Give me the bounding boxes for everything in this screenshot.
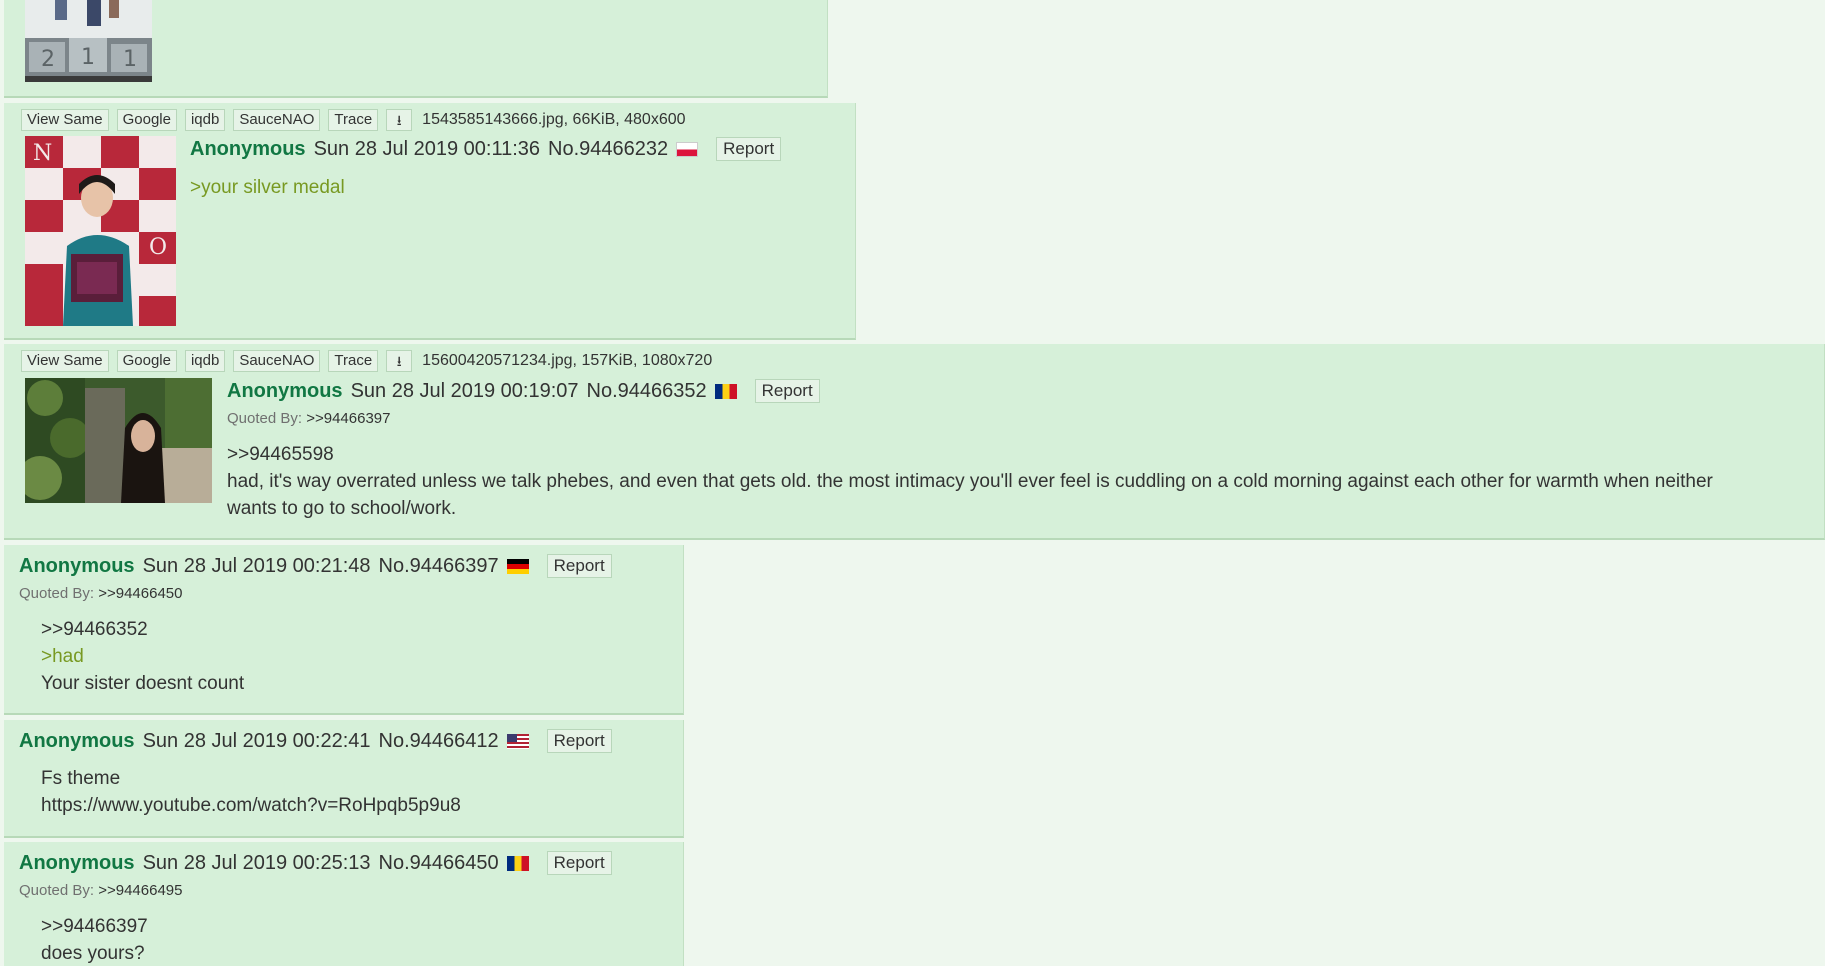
- quoted-by-label: Quoted By:: [227, 410, 303, 427]
- post-number-link[interactable]: No.94466412: [379, 730, 499, 753]
- post-datetime: Sun 28 Jul 2019 00:25:13: [142, 851, 371, 874]
- post-message: >>94466397 does yours?: [41, 913, 148, 966]
- poster-name: Anonymous: [190, 137, 306, 160]
- post-message: Fs theme https://www.youtube.com/watch?v…: [41, 765, 461, 819]
- trace-button[interactable]: Trace: [328, 109, 379, 131]
- post-message: >your silver medal: [190, 174, 345, 201]
- svg-text:2: 2: [41, 47, 55, 72]
- poland-flag-icon: [676, 141, 699, 157]
- report-button[interactable]: Report: [546, 851, 612, 875]
- post-datetime: Sun 28 Jul 2019 00:19:07: [350, 379, 579, 402]
- svg-text:O: O: [149, 235, 167, 260]
- post-header: Anonymous Sun 28 Jul 2019 00:22:41 No.94…: [19, 729, 612, 753]
- poster-name: Anonymous: [19, 851, 135, 874]
- post-94466352: View Same Google iqdb SauceNAO Trace ⭳ 1…: [4, 344, 1825, 540]
- post-94466412: Anonymous Sun 28 Jul 2019 00:22:41 No.94…: [4, 720, 684, 838]
- download-icon[interactable]: ⭳: [386, 109, 413, 131]
- post-number-link[interactable]: No.94466397: [379, 555, 499, 578]
- quoted-by: Quoted By: >>94466397: [227, 410, 390, 427]
- quoted-by-link[interactable]: >>94466397: [306, 410, 390, 427]
- file-info[interactable]: 15600420571234.jpg, 157KiB, 1080x720: [422, 352, 712, 370]
- quoted-by: Quoted By: >>94466450: [19, 585, 182, 602]
- greentext-line: >had: [41, 646, 84, 667]
- greentext-line: >your silver medal: [190, 177, 345, 198]
- report-button[interactable]: Report: [716, 137, 782, 161]
- post-94466232: View Same Google iqdb SauceNAO Trace ⭳ 1…: [4, 103, 856, 340]
- report-button[interactable]: Report: [546, 554, 612, 578]
- post-header: Anonymous Sun 28 Jul 2019 00:11:36 No.94…: [190, 137, 782, 161]
- message-line: does yours?: [41, 943, 145, 964]
- download-icon[interactable]: ⭳: [386, 350, 413, 372]
- youtube-link[interactable]: https://www.youtube.com/watch?v=RoHpqb5p…: [41, 792, 461, 819]
- quoted-by-label: Quoted By:: [19, 585, 95, 602]
- message-line: Your sister doesnt count: [41, 673, 245, 694]
- post-thumbnail[interactable]: [25, 378, 212, 503]
- post-message: >>94465598 had, it's way overrated unles…: [227, 441, 1787, 522]
- girl-with-certificate-image: N O: [25, 136, 176, 326]
- post-94466450: Anonymous Sun 28 Jul 2019 00:25:13 No.94…: [4, 842, 684, 966]
- quoted-by-link[interactable]: >>94466450: [98, 585, 182, 602]
- svg-text:1: 1: [123, 47, 137, 72]
- poster-name: Anonymous: [227, 379, 343, 402]
- svg-text:1: 1: [81, 45, 95, 70]
- message-line: Fs theme: [41, 768, 121, 789]
- romania-flag-icon: [714, 383, 737, 399]
- iqdb-button[interactable]: iqdb: [184, 350, 226, 372]
- trace-button[interactable]: Trace: [328, 350, 379, 372]
- report-button[interactable]: Report: [546, 729, 612, 753]
- quoted-by: Quoted By: >>94466495: [19, 882, 182, 899]
- quoted-by-label: Quoted By:: [19, 882, 95, 899]
- quoted-by-link[interactable]: >>94466495: [98, 882, 182, 899]
- image-search-toolbar: View Same Google iqdb SauceNAO Trace ⭳ 1…: [21, 109, 686, 131]
- view-same-button[interactable]: View Same: [21, 350, 109, 372]
- thread-view: 2 1 1 View Same Google iqdb SauceNAO Tra…: [0, 0, 1825, 966]
- post-number-link[interactable]: No.94466232: [548, 138, 668, 161]
- file-info[interactable]: 1543585143666.jpg, 66KiB, 480x600: [422, 111, 685, 129]
- post-header: Anonymous Sun 28 Jul 2019 00:25:13 No.94…: [19, 851, 612, 875]
- post-datetime: Sun 28 Jul 2019 00:22:41: [142, 729, 371, 752]
- poster-name: Anonymous: [19, 554, 135, 577]
- svg-text:N: N: [33, 141, 52, 166]
- usa-flag-icon: [506, 733, 529, 749]
- iqdb-button[interactable]: iqdb: [184, 109, 226, 131]
- post-94466397: Anonymous Sun 28 Jul 2019 00:21:48 No.94…: [4, 545, 684, 715]
- post-header: Anonymous Sun 28 Jul 2019 00:21:48 No.94…: [19, 554, 612, 578]
- romania-flag-icon: [506, 855, 529, 871]
- google-button[interactable]: Google: [116, 350, 177, 372]
- post-number-link[interactable]: No.94466352: [587, 380, 707, 403]
- post-thumbnail[interactable]: N O: [25, 136, 176, 326]
- woman-by-tree-image: [25, 378, 212, 503]
- saucenao-button[interactable]: SauceNAO: [233, 350, 321, 372]
- view-same-button[interactable]: View Same: [21, 109, 109, 131]
- image-search-toolbar: View Same Google iqdb SauceNAO Trace ⭳ 1…: [21, 350, 712, 372]
- google-button[interactable]: Google: [116, 109, 177, 131]
- report-button[interactable]: Report: [754, 379, 820, 403]
- post-thumbnail[interactable]: 2 1 1: [25, 0, 152, 82]
- post-message: >>94466352 >had Your sister doesnt count: [41, 616, 244, 697]
- post-header: Anonymous Sun 28 Jul 2019 00:19:07 No.94…: [227, 379, 820, 403]
- post-top-partial: 2 1 1: [4, 0, 828, 98]
- quote-link[interactable]: >>94466397: [41, 913, 148, 940]
- post-datetime: Sun 28 Jul 2019 00:11:36: [313, 137, 541, 160]
- saucenao-button[interactable]: SauceNAO: [233, 109, 321, 131]
- post-datetime: Sun 28 Jul 2019 00:21:48: [142, 554, 371, 577]
- poster-name: Anonymous: [19, 729, 135, 752]
- germany-flag-icon: [506, 558, 529, 574]
- quote-link[interactable]: >>94466352: [41, 616, 244, 643]
- podium-image: 2 1 1: [25, 0, 152, 82]
- message-line: had, it's way overrated unless we talk p…: [227, 471, 1713, 492]
- message-line: wants to go to school/work.: [227, 498, 457, 519]
- quote-link[interactable]: >>94465598: [227, 441, 1787, 468]
- post-number-link[interactable]: No.94466450: [379, 852, 499, 875]
